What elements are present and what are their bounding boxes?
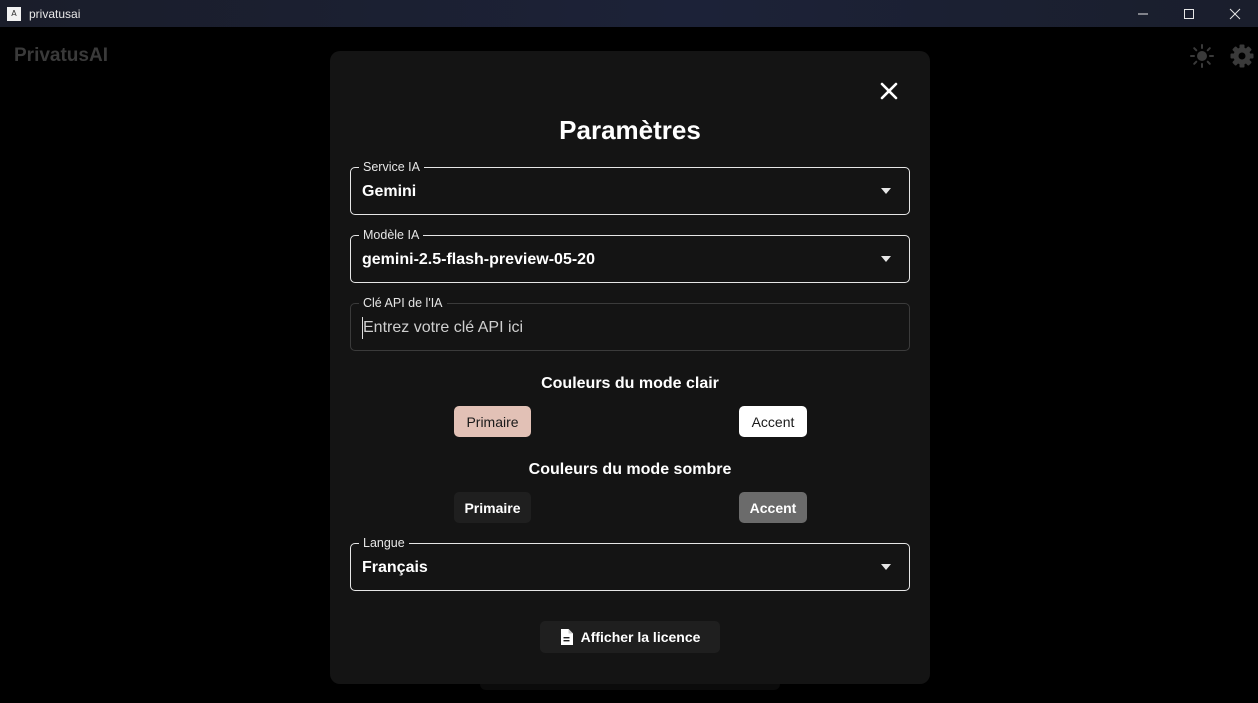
window-close-button[interactable]: [1212, 0, 1258, 27]
dialog-close-button[interactable]: [878, 80, 900, 102]
sun-icon: [1190, 44, 1214, 68]
dialog-title: Paramètres: [559, 115, 701, 145]
settings-button[interactable]: [1229, 43, 1255, 69]
window-controls: [1120, 0, 1258, 27]
api-key-label: Clé API de l'IA: [359, 295, 447, 311]
settings-dialog: Paramètres Service IA Gemini Modèle IA g…: [330, 51, 930, 684]
window-title: privatusai: [29, 6, 81, 21]
show-license-button[interactable]: Afficher la licence: [540, 621, 720, 653]
app-brand: PrivatusAI: [14, 45, 108, 66]
gear-icon: [1230, 44, 1254, 68]
service-value: Gemini: [362, 183, 417, 200]
language-select[interactable]: Langue Français: [350, 535, 910, 591]
maximize-icon: [1184, 8, 1194, 19]
light-primary-color-button[interactable]: Primaire: [454, 406, 531, 437]
chevron-down-icon: [881, 564, 891, 570]
minimize-button[interactable]: [1120, 0, 1166, 27]
model-value: gemini-2.5-flash-preview-05-20: [362, 251, 595, 268]
maximize-button[interactable]: [1166, 0, 1212, 27]
model-select[interactable]: Modèle IA gemini-2.5-flash-preview-05-20: [350, 227, 910, 283]
show-license-label: Afficher la licence: [580, 629, 701, 645]
dark-primary-color-button[interactable]: Primaire: [454, 492, 531, 523]
light-colors-title: Couleurs du mode clair: [541, 375, 719, 392]
chevron-down-icon: [881, 256, 891, 262]
chevron-down-icon: [881, 188, 891, 194]
window-titlebar: A privatusai: [0, 0, 1258, 27]
api-key-field: Clé API de l'IA: [350, 295, 910, 351]
close-icon: [880, 82, 898, 100]
window-close-icon: [1229, 8, 1241, 19]
dark-accent-color-button[interactable]: Accent: [739, 492, 807, 523]
api-key-input[interactable]: [362, 317, 882, 339]
minimize-icon: [1138, 13, 1148, 14]
light-accent-color-button[interactable]: Accent: [739, 406, 807, 437]
language-label: Langue: [359, 535, 409, 551]
document-icon: [560, 629, 573, 645]
service-label: Service IA: [359, 159, 424, 175]
dark-colors-title: Couleurs du mode sombre: [528, 461, 732, 478]
language-value: Français: [362, 559, 428, 576]
app-window-icon: A: [7, 6, 21, 21]
service-select[interactable]: Service IA Gemini: [350, 159, 910, 215]
theme-toggle-button[interactable]: [1189, 43, 1215, 69]
model-label: Modèle IA: [359, 227, 424, 243]
